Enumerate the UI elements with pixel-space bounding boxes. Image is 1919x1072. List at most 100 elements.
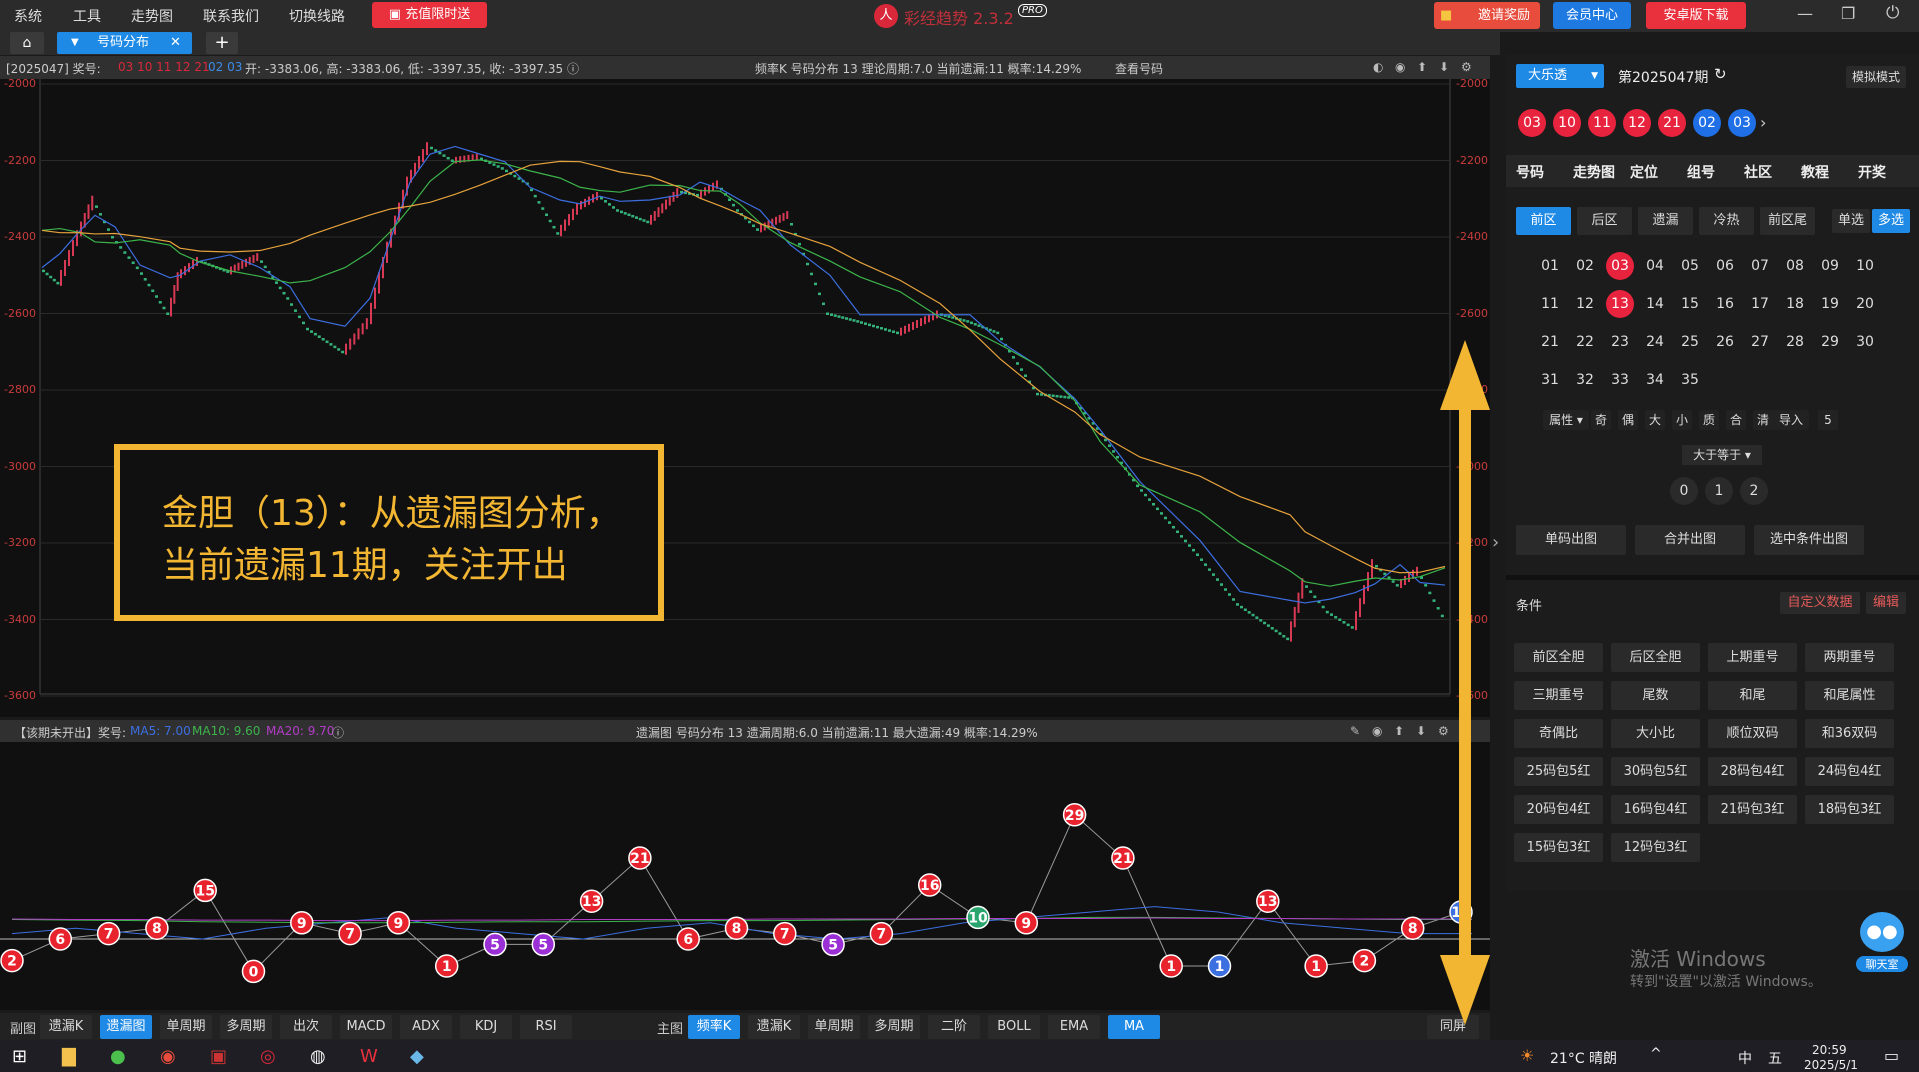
right-nav-tab[interactable]: 组号 — [1687, 162, 1715, 182]
browser-icon[interactable]: ◉ — [160, 1046, 176, 1067]
simulate-mode-button[interactable]: 模拟模式 — [1846, 66, 1906, 88]
attr-button[interactable]: 大 — [1645, 410, 1665, 430]
number-cell[interactable]: 05 — [1676, 252, 1704, 280]
count-option[interactable]: 0 — [1670, 477, 1698, 505]
condition-button[interactable]: 24码包4红 — [1805, 757, 1894, 786]
chart-action-button[interactable]: 选中条件出图 — [1754, 525, 1864, 555]
attr-button[interactable]: 合 — [1726, 410, 1746, 430]
restore-icon[interactable]: ❐ — [1841, 4, 1855, 23]
notes-icon[interactable]: ◆ — [410, 1046, 424, 1067]
windows-start-icon[interactable]: ⊞ — [12, 1046, 27, 1067]
number-cell[interactable]: 24 — [1641, 328, 1669, 356]
power-icon[interactable]: ⏻ — [1886, 3, 1899, 23]
condition-button[interactable]: 12码包3红 — [1611, 833, 1700, 862]
sub-tab[interactable]: 遗漏K — [40, 1015, 92, 1039]
promo-button[interactable]: ▣ 充值限时送 — [372, 2, 487, 28]
main-tab[interactable]: BOLL — [988, 1015, 1040, 1039]
tab-number-distribution[interactable]: ▼ 号码分布 ✕ — [57, 32, 192, 54]
app-icon[interactable]: ▣ — [210, 1046, 227, 1067]
condition-button[interactable]: 顺位双码 — [1708, 719, 1797, 748]
explorer-icon[interactable]: ▇ — [62, 1046, 76, 1067]
number-cell[interactable]: 02 — [1571, 252, 1599, 280]
number-cell[interactable]: 20 — [1851, 290, 1879, 318]
custom-data-button[interactable]: 自定义数据 — [1780, 592, 1860, 614]
collapse-panel-icon[interactable]: › — [1492, 532, 1499, 553]
menu-tools[interactable]: 工具 — [73, 6, 101, 26]
condition-button[interactable]: 30码包5红 — [1611, 757, 1700, 786]
lottery-select[interactable]: 大乐透 ▼ — [1516, 64, 1604, 88]
menu-switch-line[interactable]: 切换线路 — [289, 6, 345, 26]
number-cell[interactable]: 22 — [1571, 328, 1599, 356]
single-select-button[interactable]: 单选 — [1832, 209, 1870, 233]
attr-button[interactable]: 偶 — [1618, 410, 1638, 430]
condition-button[interactable]: 尾数 — [1611, 681, 1700, 710]
number-cell[interactable]: 13 — [1606, 290, 1634, 318]
sub-tab[interactable]: 单周期 — [160, 1015, 212, 1039]
number-cell[interactable]: 07 — [1746, 252, 1774, 280]
sub-tab[interactable]: RSI — [520, 1015, 572, 1039]
compare-select[interactable]: 大于等于 ▾ — [1682, 445, 1762, 465]
right-nav-tab[interactable]: 号码 — [1516, 162, 1544, 182]
add-tab-button[interactable]: + — [206, 32, 238, 54]
up-icon[interactable]: ⬆ — [1417, 60, 1427, 74]
home-button[interactable]: ⌂ — [10, 32, 44, 54]
ime-indicator[interactable]: 中 — [1738, 1048, 1752, 1068]
zone-tab[interactable]: 前区 — [1516, 207, 1571, 235]
attr-button[interactable]: 小 — [1672, 410, 1692, 430]
pin-icon[interactable]: ✎ — [1350, 724, 1360, 738]
android-download-button[interactable]: 安卓版下载 — [1646, 2, 1746, 29]
number-cell[interactable]: 09 — [1816, 252, 1844, 280]
zone-tab[interactable]: 冷热 — [1699, 207, 1754, 235]
zone-tab[interactable]: 遗漏 — [1638, 207, 1693, 235]
number-cell[interactable]: 29 — [1816, 328, 1844, 356]
attr-button[interactable]: 奇 — [1591, 410, 1611, 430]
count-option[interactable]: 2 — [1740, 477, 1768, 505]
down-icon[interactable]: ⬇ — [1416, 724, 1426, 738]
condition-button[interactable]: 前区全胆 — [1514, 643, 1603, 672]
notification-icon[interactable]: ▭ — [1884, 1046, 1899, 1065]
chat-room-button[interactable]: ●● 聊天室 — [1856, 912, 1908, 982]
edit-button[interactable]: 编辑 — [1866, 592, 1906, 614]
chart-action-button[interactable]: 合并出图 — [1635, 525, 1745, 555]
attr-button[interactable]: 清 — [1753, 410, 1773, 430]
right-nav-tab[interactable]: 走势图 — [1573, 162, 1615, 182]
number-cell[interactable]: 08 — [1781, 252, 1809, 280]
wps-icon[interactable]: W — [360, 1046, 378, 1067]
right-nav-tab[interactable]: 定位 — [1630, 162, 1658, 182]
sub-tab[interactable]: ADX — [400, 1015, 452, 1039]
number-cell[interactable]: 32 — [1571, 366, 1599, 394]
gear-icon[interactable]: ⚙ — [1461, 60, 1472, 74]
condition-button[interactable]: 18码包3红 — [1805, 795, 1894, 824]
number-cell[interactable]: 10 — [1851, 252, 1879, 280]
number-cell[interactable]: 35 — [1676, 366, 1704, 394]
up-icon[interactable]: ⬆ — [1394, 724, 1404, 738]
condition-button[interactable]: 28码包4红 — [1708, 757, 1797, 786]
main-tab[interactable]: 单周期 — [808, 1015, 860, 1039]
condition-button[interactable]: 20码包4红 — [1514, 795, 1603, 824]
sub-tab[interactable]: MACD — [340, 1015, 392, 1039]
main-tab[interactable]: 二阶 — [928, 1015, 980, 1039]
condition-button[interactable]: 大小比 — [1611, 719, 1700, 748]
number-cell[interactable]: 23 — [1606, 328, 1634, 356]
menu-system[interactable]: 系统 — [14, 6, 42, 26]
ime-mode[interactable]: 五 — [1768, 1048, 1782, 1068]
condition-button[interactable]: 和36双码 — [1805, 719, 1894, 748]
qq-icon[interactable]: ◍ — [310, 1046, 326, 1067]
menu-contact[interactable]: 联系我们 — [203, 6, 259, 26]
member-center-button[interactable]: 会员中心 — [1553, 2, 1631, 29]
number-cell[interactable]: 18 — [1781, 290, 1809, 318]
view-numbers-link[interactable]: 查看号码 — [1115, 60, 1163, 77]
right-nav-tab[interactable]: 开奖 — [1858, 162, 1886, 182]
number-cell[interactable]: 33 — [1606, 366, 1634, 394]
lottery-app-icon[interactable]: ◎ — [260, 1046, 276, 1067]
condition-button[interactable]: 上期重号 — [1708, 643, 1797, 672]
main-tab[interactable]: EMA — [1048, 1015, 1100, 1039]
number-cell[interactable]: 31 — [1536, 366, 1564, 394]
number-cell[interactable]: 06 — [1711, 252, 1739, 280]
refresh-icon[interactable]: ↻ — [1714, 65, 1727, 83]
number-cell[interactable]: 01 — [1536, 252, 1564, 280]
condition-button[interactable]: 和尾 — [1708, 681, 1797, 710]
number-cell[interactable]: 25 — [1676, 328, 1704, 356]
number-cell[interactable]: 15 — [1676, 290, 1704, 318]
attr-button[interactable]: 质 — [1699, 410, 1719, 430]
